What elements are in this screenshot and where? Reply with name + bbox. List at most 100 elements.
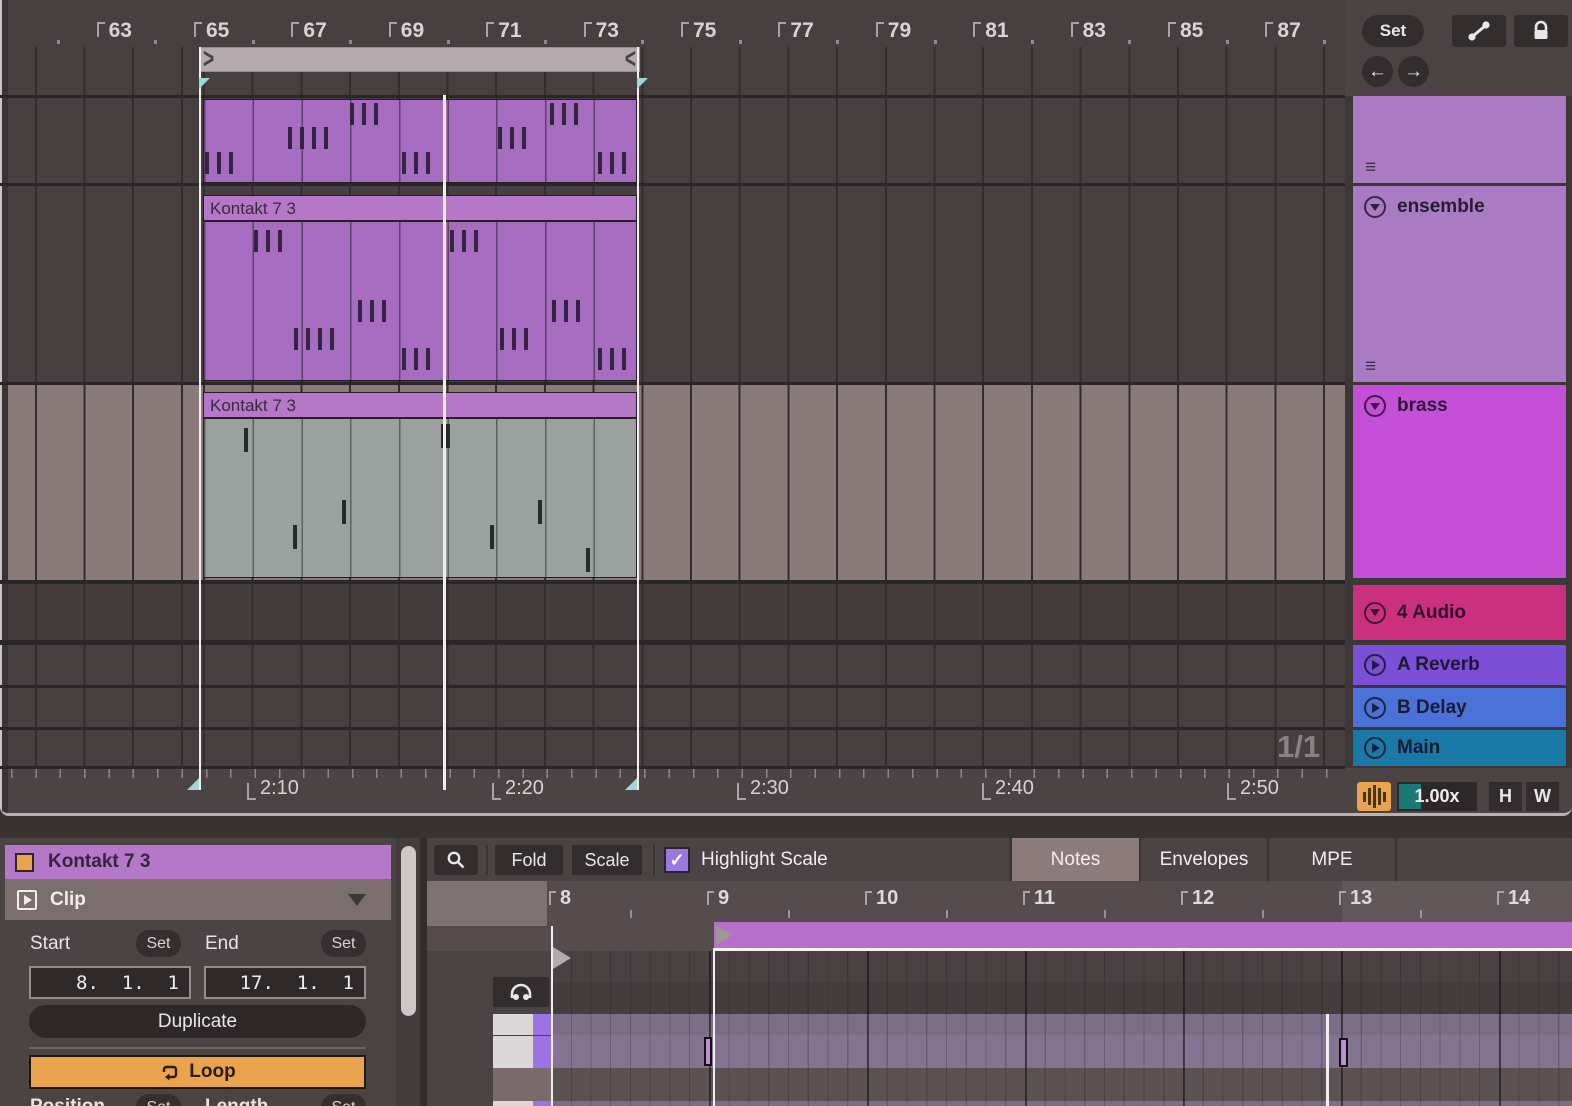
scale-indicator bbox=[533, 1014, 551, 1035]
loop-brace[interactable]: > < bbox=[199, 47, 640, 72]
track-header-4-audio[interactable]: 4 Audio bbox=[1353, 585, 1566, 640]
tab-mpe[interactable]: MPE bbox=[1269, 838, 1395, 881]
clip-color-swatch[interactable] bbox=[15, 853, 34, 872]
highlight-scale-checkbox[interactable]: ✓ bbox=[664, 847, 690, 873]
optimize-width-button[interactable]: W bbox=[1526, 782, 1559, 811]
midi-note[interactable] bbox=[704, 1037, 712, 1066]
track-header-ensemble[interactable]: ensemble ≡ bbox=[1353, 186, 1566, 382]
loop-icon bbox=[159, 1064, 181, 1081]
start-marker-flag-icon[interactable] bbox=[553, 947, 571, 969]
position-set-button[interactable]: Set bbox=[136, 1094, 181, 1106]
scale-button[interactable]: Scale bbox=[572, 845, 642, 875]
editor-ruler-highlight bbox=[1342, 881, 1572, 926]
set-button[interactable]: Set bbox=[1362, 15, 1424, 47]
selected-midi-clip-track3[interactable]: Kontakt 7 3 bbox=[203, 392, 637, 578]
clip-loop-bar[interactable] bbox=[714, 922, 1572, 951]
minor-bar-tick bbox=[1226, 40, 1229, 44]
lock-icon[interactable] bbox=[1514, 15, 1568, 47]
optimize-height-button[interactable]: H bbox=[1489, 782, 1522, 811]
end-value-field[interactable]: 17. 1. 1 bbox=[204, 966, 366, 999]
end-set-button[interactable]: Set bbox=[321, 930, 366, 957]
fold-arrow-icon[interactable] bbox=[1364, 395, 1386, 417]
bar-number: 65 bbox=[194, 19, 229, 43]
divider bbox=[29, 1047, 366, 1049]
panel-scrollbar-thumb[interactable] bbox=[401, 846, 416, 1016]
mini-note-group bbox=[358, 300, 386, 322]
half-bar-tick bbox=[630, 910, 632, 918]
clip-title[interactable]: Kontakt 7 3 bbox=[204, 196, 636, 222]
link-icon[interactable] bbox=[1452, 15, 1506, 47]
piano-key-white[interactable] bbox=[493, 1036, 533, 1068]
clip-panel-header[interactable]: Kontakt 7 3 bbox=[5, 845, 391, 879]
clip-panel-title: Kontakt 7 3 bbox=[48, 851, 150, 873]
tick-icon bbox=[247, 783, 256, 800]
bar-number: 81 bbox=[973, 19, 1008, 43]
track-name: brass bbox=[1397, 395, 1448, 417]
mini-note-group bbox=[350, 103, 378, 125]
nav-back-button[interactable]: ← bbox=[1362, 56, 1393, 87]
scale-indicator bbox=[533, 1101, 551, 1106]
start-set-button[interactable]: Set bbox=[136, 930, 181, 957]
mini-note bbox=[586, 548, 590, 572]
bar-number-text: 81 bbox=[985, 19, 1008, 43]
time-label-text: 2:10 bbox=[260, 777, 299, 800]
track-name: A Reverb bbox=[1397, 654, 1480, 676]
tick-icon bbox=[737, 783, 746, 800]
clip-section-bar[interactable]: Clip bbox=[5, 879, 391, 920]
loop-start-flag-icon[interactable] bbox=[187, 778, 199, 790]
nav-forward-button[interactable]: → bbox=[1398, 56, 1429, 87]
fold-button[interactable]: Fold bbox=[495, 845, 563, 875]
piano-key-white[interactable] bbox=[493, 1014, 533, 1035]
track-name: ensemble bbox=[1397, 196, 1485, 218]
clip-play-icon bbox=[17, 890, 37, 910]
audio-waveform-toggle-icon[interactable] bbox=[1357, 782, 1391, 811]
search-icon[interactable] bbox=[434, 845, 478, 875]
length-set-button[interactable]: Set bbox=[321, 1094, 366, 1106]
piano-key-white[interactable] bbox=[493, 1101, 533, 1106]
mini-note bbox=[490, 525, 494, 549]
track-header-b-delay[interactable]: B Delay bbox=[1353, 688, 1566, 727]
minor-bar-tick bbox=[934, 40, 937, 44]
bar-number: 87 bbox=[1265, 19, 1300, 43]
bar-number: 77 bbox=[778, 19, 813, 43]
arrangement-panel: > < Kontakt 7 3 Kontakt 7 3 ≡ ensemble ≡ br… bbox=[0, 0, 1572, 816]
loop-end-line[interactable] bbox=[637, 47, 639, 790]
play-arrow-icon[interactable] bbox=[1364, 697, 1386, 719]
piano-key-black[interactable] bbox=[493, 1068, 551, 1101]
mini-note-group bbox=[294, 328, 334, 350]
duplicate-button[interactable]: Duplicate bbox=[29, 1005, 366, 1038]
tick-icon bbox=[194, 22, 202, 37]
bar-number: 71 bbox=[486, 19, 521, 43]
bar-number-text: 8 bbox=[560, 887, 571, 910]
minor-bar-tick bbox=[1031, 40, 1034, 44]
fold-arrow-icon[interactable] bbox=[1364, 602, 1386, 624]
loop-start-line[interactable] bbox=[199, 47, 201, 790]
fold-arrow-icon[interactable] bbox=[1364, 196, 1386, 218]
bar-number-text: 67 bbox=[303, 19, 326, 43]
tab-envelopes[interactable]: Envelopes bbox=[1141, 838, 1267, 881]
tick-icon bbox=[1497, 891, 1504, 905]
midi-note[interactable] bbox=[1339, 1038, 1348, 1067]
track-separator bbox=[0, 580, 1345, 584]
play-arrow-icon[interactable] bbox=[1364, 737, 1386, 759]
bar-number-text: 79 bbox=[888, 19, 911, 43]
loop-start-triangle-icon[interactable] bbox=[716, 925, 733, 945]
loop-toggle-button[interactable]: Loop bbox=[29, 1055, 366, 1089]
track-header-a-reverb[interactable]: A Reverb bbox=[1353, 645, 1566, 685]
bar-number-text: 69 bbox=[401, 19, 424, 43]
clip-title[interactable]: Kontakt 7 3 bbox=[204, 393, 636, 419]
preview-headphones-icon[interactable] bbox=[493, 977, 549, 1007]
zoom-speed-control[interactable]: 1.00x bbox=[1397, 782, 1477, 811]
tab-notes[interactable]: Notes bbox=[1012, 838, 1139, 881]
menu-icon[interactable]: ≡ bbox=[1365, 157, 1376, 179]
chevron-down-icon[interactable] bbox=[348, 894, 366, 906]
start-value-field[interactable]: 8. 1. 1 bbox=[29, 966, 191, 999]
track-header-lane[interactable]: ≡ bbox=[1353, 96, 1566, 183]
track-header-brass[interactable]: brass bbox=[1353, 385, 1566, 578]
highlight-scale-label: Highlight Scale bbox=[701, 849, 828, 871]
track-header-main[interactable]: Main bbox=[1353, 730, 1566, 766]
bar-number-text: 9 bbox=[718, 887, 729, 910]
menu-icon[interactable]: ≡ bbox=[1365, 356, 1376, 378]
play-arrow-icon[interactable] bbox=[1364, 654, 1386, 676]
loop-end-flag-icon[interactable] bbox=[625, 778, 637, 790]
